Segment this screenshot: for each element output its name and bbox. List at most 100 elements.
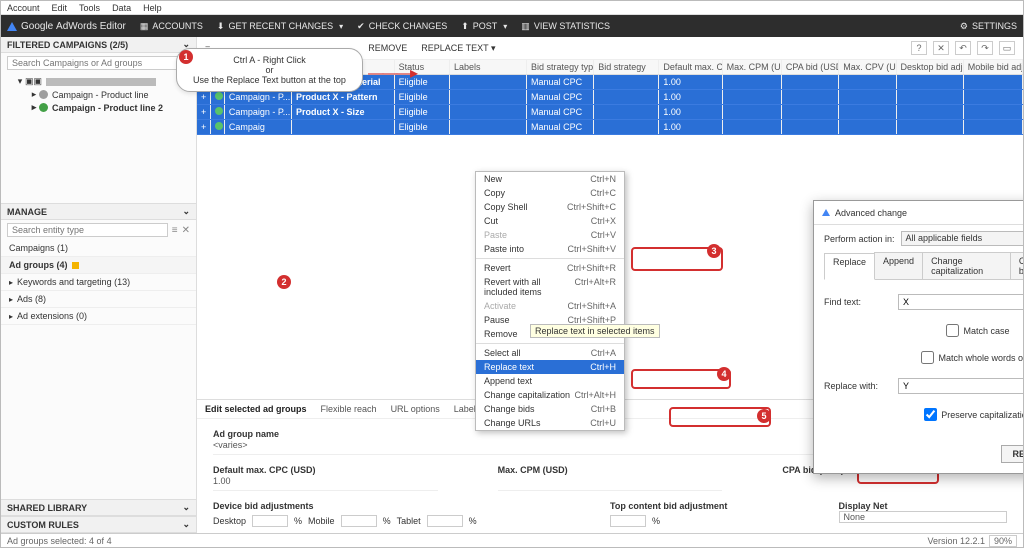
top-toolbar: Google AdWords Editor ▦ACCOUNTS ⬇GET REC… [1,15,1023,37]
search-campaigns-input[interactable] [7,56,180,70]
default-cpc-value[interactable]: 1.00 [213,475,438,491]
context-copy[interactable]: CopyCtrl+C [476,186,624,200]
tree-account[interactable]: ▾▣▣ [5,75,192,88]
context-new[interactable]: NewCtrl+N [476,172,624,186]
menu-account[interactable]: Account [7,3,40,13]
context-revert-with-all-included-items[interactable]: Revert with all included itemsCtrl+Alt+R [476,275,624,299]
status-bar: Ad groups selected: 4 of 4 Version 12.2.… [1,533,1023,547]
top-content-input[interactable] [610,515,646,527]
manage-extensions[interactable]: ▸Ad extensions (0) [1,308,196,325]
custom-rules-header[interactable]: CUSTOM RULES⌄ [1,516,196,533]
context-paste-into[interactable]: Paste intoCtrl+Shift+V [476,242,624,256]
replace-text-button[interactable]: REPLACE TEXT ▾ [421,43,495,54]
collapse-icon[interactable]: ▭ [999,41,1015,55]
filter-icon[interactable]: ≡ [172,225,178,236]
context-append-text[interactable]: Append text [476,374,624,388]
get-recent-changes-button[interactable]: ⬇GET RECENT CHANGES [217,21,343,32]
redo-icon[interactable]: ↷ [977,41,993,55]
context-change-capitalization[interactable]: Change capitalizationCtrl+Alt+H [476,388,624,402]
replace-with-input[interactable] [898,378,1023,394]
manage-keywords[interactable]: ▸Keywords and targeting (13) [1,274,196,291]
zoom-level[interactable]: 90% [989,535,1017,547]
settings-button[interactable]: ⚙SETTINGS [960,21,1017,32]
tree-campaign-2[interactable]: ▸Campaign - Product line 2 [5,101,192,114]
instruction-callout: Ctrl A - Right Click or Use the Replace … [176,48,363,92]
desktop-label: Desktop [213,516,246,526]
filtered-campaigns-header[interactable]: FILTERED CAMPAIGNS (2/5)⌄ [1,37,196,53]
context-replace-text[interactable]: Replace textCtrl+H [476,360,624,374]
find-text-input[interactable] [898,294,1023,310]
table-row[interactable]: +CampaigEligibleManual CPC1.00 [197,120,1023,135]
tab-url-options[interactable]: URL options [391,404,440,414]
context-cut[interactable]: CutCtrl+X [476,214,624,228]
context-select-all[interactable]: Select allCtrl+A [476,346,624,360]
tab-flexible-reach[interactable]: Flexible reach [321,404,377,414]
manage-adgroups[interactable]: Ad groups (4) [1,257,196,274]
context-revert[interactable]: RevertCtrl+Shift+R [476,261,624,275]
tab-replace[interactable]: Replace [824,253,875,280]
context-change-urls[interactable]: Change URLsCtrl+U [476,416,624,430]
max-cpm-value[interactable] [498,475,723,491]
campaign-tree[interactable]: ▾▣▣ ▸Campaign - Product line ▸Campaign -… [1,73,196,116]
shared-library-header[interactable]: SHARED LIBRARY⌄ [1,499,196,516]
tree-campaign-1[interactable]: ▸Campaign - Product line [5,88,192,101]
tablet-bid-input[interactable] [427,515,463,527]
brand: Google AdWords Editor [7,21,126,32]
menu-data[interactable]: Data [112,3,131,13]
tab-append[interactable]: Append [874,252,923,279]
remove-button[interactable]: REMOVE [368,43,407,53]
tab-change-bids[interactable]: Change bids [1010,252,1023,279]
context-change-bids[interactable]: Change bidsCtrl+B [476,402,624,416]
match-case-label: Match case [963,326,1009,336]
help-icon[interactable]: ? [911,41,927,55]
view-statistics-button[interactable]: ▥VIEW STATISTICS [521,21,610,32]
manage-campaigns[interactable]: Campaigns (1) [1,240,196,257]
table-row[interactable]: +Campaign - P...Product X - PatternEligi… [197,90,1023,105]
annotation-4: 4 [717,367,731,381]
menu-help[interactable]: Help [143,3,162,13]
replace-with-label: Replace with: [824,381,890,391]
match-words-checkbox[interactable] [921,351,934,364]
close-icon[interactable]: ✕ [182,225,190,236]
mobile-bid-input[interactable] [341,515,377,527]
context-tooltip: Replace text in selected items [530,324,660,338]
display-network-select[interactable]: None [839,511,1008,523]
context-menu[interactable]: NewCtrl+NCopyCtrl+CCopy ShellCtrl+Shift+… [475,171,625,431]
menu-bar[interactable]: Account Edit Tools Data Help [1,1,1023,15]
menu-edit[interactable]: Edit [52,3,68,13]
device-bid-label: Device bid adjustments [213,501,550,511]
close-icon[interactable]: ✕ [933,41,949,55]
check-icon: ✔ [357,21,365,32]
warning-icon [72,262,79,269]
undo-icon[interactable]: ↶ [955,41,971,55]
preserve-cap-label: Preserve capitalization [941,410,1023,420]
perform-action-select[interactable]: All applicable fields▾ [901,231,1023,246]
table-row[interactable]: +Campaign - P...Product X - SizeEligible… [197,105,1023,120]
tab-edit-selected[interactable]: Edit selected ad groups [205,404,307,414]
max-cpm-label: Max. CPM (USD) [498,465,723,475]
tab-change-capitalization[interactable]: Change capitalization [922,252,1011,279]
brand-editor: AdWords Editor [56,21,126,32]
find-text-label: Find text: [824,297,890,307]
accounts-button[interactable]: ▦ACCOUNTS [140,21,203,32]
check-changes-button[interactable]: ✔CHECK CHANGES [357,21,447,32]
search-entity-input[interactable] [7,223,168,237]
gear-icon: ⚙ [960,21,968,32]
dialog-title: Advanced change [835,208,907,218]
default-cpc-label: Default max. CPC (USD) [213,465,438,475]
match-case-checkbox[interactable] [946,324,959,337]
manage-ads[interactable]: ▸Ads (8) [1,291,196,308]
caret-down-icon: ▾ [491,43,496,53]
manage-header[interactable]: MANAGE⌄ [1,204,196,220]
context-copy-shell[interactable]: Copy ShellCtrl+Shift+C [476,200,624,214]
menu-tools[interactable]: Tools [79,3,100,13]
annotation-5: 5 [757,409,771,423]
replace-button[interactable]: REPLACE [1001,445,1023,463]
desktop-bid-input[interactable] [252,515,288,527]
annotation-1: 1 [179,50,193,64]
main-panel: ≡ REMOVE REPLACE TEXT ▾ ? ✕ ↶ ↷ ▭ ● Camp… [197,37,1023,533]
upload-icon: ⬆ [461,21,469,32]
post-button[interactable]: ⬆POST [461,21,507,32]
preserve-cap-checkbox[interactable] [924,408,937,421]
status-selection: Ad groups selected: 4 of 4 [7,536,112,546]
